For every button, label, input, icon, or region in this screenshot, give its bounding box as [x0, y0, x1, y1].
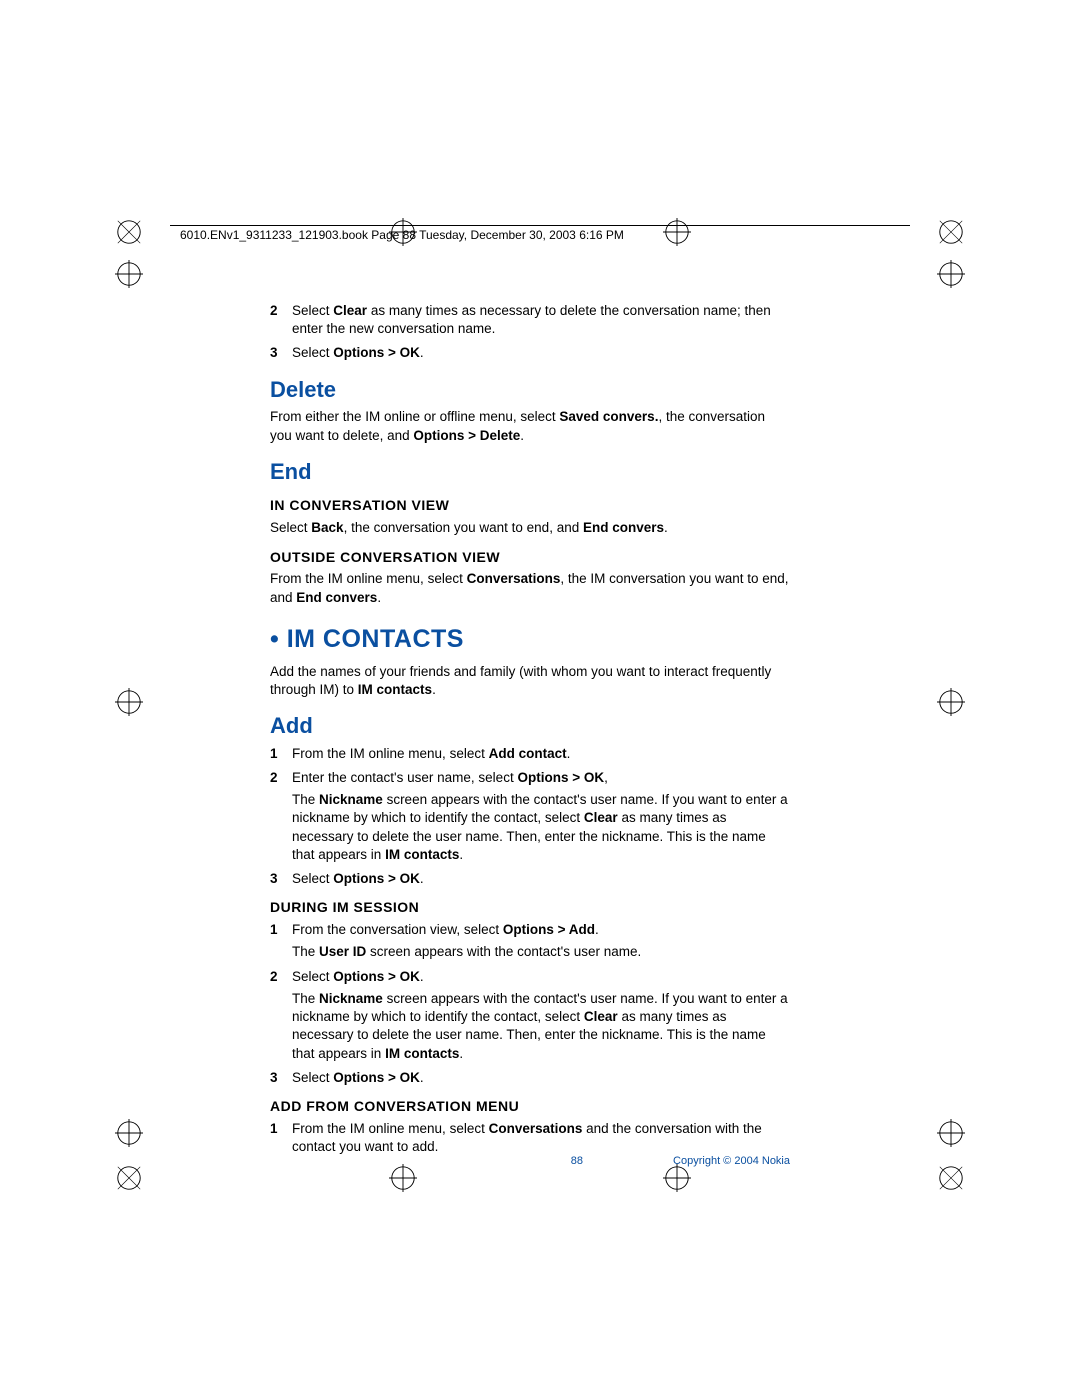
list-item: 3 Select Options > OK.	[270, 344, 790, 362]
step-text: Select Options > OK. The Nickname screen…	[292, 968, 790, 1063]
add-steps: 1 From the IM online menu, select Add co…	[270, 745, 790, 889]
step-text: Select Options > OK.	[292, 344, 790, 362]
subhead-add-from-conversation: ADD FROM CONVERSATION MENU	[270, 1097, 790, 1116]
heading-add: Add	[270, 711, 790, 741]
list-item: 1 From the IM online menu, select Conver…	[270, 1120, 790, 1156]
step-number: 3	[270, 344, 292, 362]
step-text: Select Clear as many times as necessary …	[292, 302, 790, 338]
copyright-text: Copyright © 2004 Nokia	[673, 1155, 790, 1167]
list-item: 3 Select Options > OK.	[270, 870, 790, 888]
crop-marks-side	[937, 1119, 965, 1152]
list-item: 1 From the conversation view, select Opt…	[270, 921, 790, 961]
im-contacts-intro: Add the names of your friends and family…	[270, 663, 790, 699]
crop-mark-icon	[937, 1164, 965, 1197]
addfrom-steps: 1 From the IM online menu, select Conver…	[270, 1120, 790, 1156]
crop-mark-icon	[389, 218, 417, 251]
step-number: 3	[270, 1069, 292, 1087]
heading-delete: Delete	[270, 375, 790, 405]
crop-mark-icon	[937, 260, 965, 293]
body-content: 2 Select Clear as many times as necessar…	[270, 300, 790, 1162]
delete-paragraph: From either the IM online or offline men…	[270, 408, 790, 444]
crop-mark-icon	[937, 218, 965, 251]
step-text: From the IM online menu, select Add cont…	[292, 745, 790, 763]
in-conv-paragraph: Select Back, the conversation you want t…	[270, 519, 790, 537]
step-text: Select Options > OK.	[292, 1069, 790, 1087]
step-text: Select Options > OK.	[292, 870, 790, 888]
list-item: 2 Enter the contact's user name, select …	[270, 769, 790, 864]
crop-mark-icon	[115, 1119, 143, 1152]
step-text: Enter the contact's user name, select Op…	[292, 769, 790, 864]
step-text: From the conversation view, select Optio…	[292, 921, 790, 961]
list-item: 1 From the IM online menu, select Add co…	[270, 745, 790, 763]
step-number: 3	[270, 870, 292, 888]
crop-marks-side	[937, 260, 965, 293]
step-number: 1	[270, 745, 292, 763]
step-number: 2	[270, 302, 292, 338]
crop-mark-icon	[115, 1164, 143, 1197]
step-number: 2	[270, 968, 292, 1063]
subhead-outside-conversation: OUTSIDE CONVERSATION VIEW	[270, 548, 790, 567]
crop-marks-top	[0, 218, 1080, 251]
crop-mark-icon	[937, 688, 965, 721]
step-note: The User ID screen appears with the cont…	[292, 943, 790, 961]
crop-mark-icon	[115, 218, 143, 251]
crop-marks-side	[115, 688, 143, 721]
outside-conv-paragraph: From the IM online menu, select Conversa…	[270, 570, 790, 606]
subhead-in-conversation: IN CONVERSATION VIEW	[270, 496, 790, 515]
crop-mark-icon	[663, 218, 691, 251]
step-note: The Nickname screen appears with the con…	[292, 990, 790, 1063]
crop-mark-icon	[389, 1164, 417, 1197]
subhead-during-im: DURING IM SESSION	[270, 898, 790, 917]
page-footer: 88 Copyright © 2004 Nokia	[270, 1155, 790, 1167]
crop-mark-icon	[115, 260, 143, 293]
crop-mark-icon	[663, 1164, 691, 1197]
list-item: 3 Select Options > OK.	[270, 1069, 790, 1087]
crop-marks-side	[115, 260, 143, 293]
step-number: 1	[270, 921, 292, 961]
continued-steps: 2 Select Clear as many times as necessar…	[270, 302, 790, 363]
step-text: From the IM online menu, select Conversa…	[292, 1120, 790, 1156]
heading-im-contacts: • IM CONTACTS	[270, 623, 790, 657]
crop-marks-side	[115, 1119, 143, 1152]
step-number: 1	[270, 1120, 292, 1156]
crop-mark-icon	[115, 688, 143, 721]
manual-page: 6010.ENv1_9311233_121903.book Page 88 Tu…	[0, 0, 1080, 1397]
list-item: 2 Select Clear as many times as necessar…	[270, 302, 790, 338]
heading-end: End	[270, 457, 790, 487]
crop-mark-icon	[937, 1119, 965, 1152]
page-number: 88	[571, 1155, 583, 1167]
crop-marks-bottom	[0, 1164, 1080, 1197]
crop-marks-side	[937, 688, 965, 721]
step-number: 2	[270, 769, 292, 864]
list-item: 2 Select Options > OK. The Nickname scre…	[270, 968, 790, 1063]
step-note: The Nickname screen appears with the con…	[292, 791, 790, 864]
during-steps: 1 From the conversation view, select Opt…	[270, 921, 790, 1087]
